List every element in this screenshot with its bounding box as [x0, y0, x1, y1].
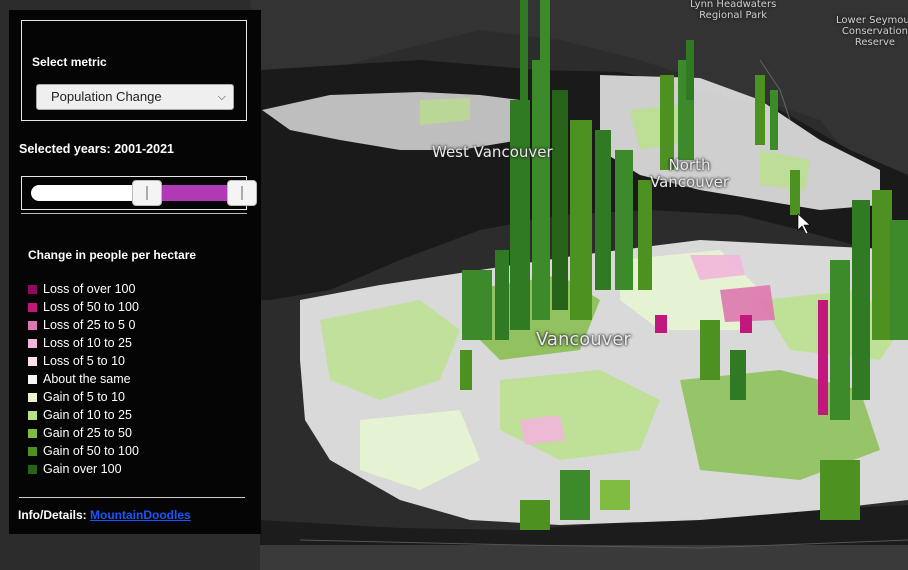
legend-label: Loss of 25 to 5 0	[43, 318, 136, 332]
legend-item: Loss of 5 to 10	[28, 352, 139, 370]
metric-select-value: Population Change	[51, 89, 162, 104]
label-west-vancouver: West Vancouver	[432, 143, 553, 161]
legend-label: Loss of 10 to 25	[43, 336, 132, 350]
legend-title: Change in people per hectare	[28, 248, 197, 262]
legend-item: Gain of 25 to 50	[28, 424, 139, 442]
legend-label: Gain over 100	[43, 462, 122, 476]
label-vancouver-text: Vancouver	[536, 329, 631, 350]
chevron-down-icon: ⌵	[217, 91, 226, 103]
selected-years-label: Selected years: 2001-2021	[19, 142, 174, 156]
year-range-slider-track[interactable]	[31, 180, 257, 206]
south-land	[260, 545, 908, 570]
legend-swatch	[28, 464, 37, 474]
legend-swatch	[28, 410, 37, 420]
legend-label: Gain of 5 to 10	[43, 390, 126, 404]
legend: Loss of over 100 Loss of 50 to 100 Loss of…	[28, 280, 139, 478]
legend-label: Loss of 50 to 100	[43, 300, 139, 314]
legend-label: Loss of 5 to 10	[43, 354, 126, 368]
legend-swatch	[28, 320, 37, 330]
legend-swatch	[28, 374, 37, 384]
label-lower-seymour: Lower Seymour Conservation Reserve	[836, 15, 908, 48]
legend-label: About the same	[43, 372, 131, 386]
legend-item: Gain over 100	[28, 460, 139, 478]
metric-select[interactable]: Population Change ⌵	[36, 84, 234, 110]
year-range-slider-box	[21, 176, 257, 210]
slider-end-handle[interactable]	[226, 180, 257, 206]
legend-swatch	[28, 428, 37, 438]
label-west-vancouver-text: West Vancouver	[432, 143, 553, 161]
legend-item: Gain of 50 to 100	[28, 442, 139, 460]
slider-start-handle[interactable]	[132, 180, 163, 206]
legend-swatch	[28, 338, 37, 348]
legend-swatch	[28, 302, 37, 312]
divider	[19, 497, 245, 498]
label-lynn-headwaters-text: Lynn Headwaters Regional Park	[690, 0, 777, 21]
label-lynn-headwaters: Lynn Headwaters Regional Park	[690, 0, 776, 21]
legend-swatch	[28, 392, 37, 402]
label-lower-seymour-text: Lower Seymour Conservation Reserve	[836, 15, 908, 48]
info-link[interactable]: MountainDoodles	[90, 508, 191, 522]
info-details: Info/Details: MountainDoodles	[18, 508, 191, 522]
control-panel: Select metric Population Change ⌵ Select…	[9, 10, 261, 534]
legend-label: Gain of 10 to 25	[43, 408, 132, 422]
legend-item: Loss of 25 to 5 0	[28, 316, 139, 334]
legend-swatch	[28, 284, 37, 294]
label-vancouver: Vancouver	[536, 329, 631, 350]
label-north-vancouver-text: North Vancouver	[650, 156, 729, 191]
legend-swatch	[28, 446, 37, 456]
divider	[21, 213, 247, 214]
legend-label: Gain of 25 to 50	[43, 426, 132, 440]
legend-label: Loss of over 100	[43, 282, 136, 296]
metric-box: Select metric Population Change ⌵	[21, 20, 247, 121]
info-label: Info/Details:	[18, 508, 87, 522]
legend-item: Gain of 5 to 10	[28, 388, 139, 406]
legend-label: Gain of 50 to 100	[43, 444, 139, 458]
legend-item: About the same	[28, 370, 139, 388]
legend-item: Loss of 50 to 100	[28, 298, 139, 316]
legend-item: Loss of over 100	[28, 280, 139, 298]
metric-title: Select metric	[32, 55, 107, 69]
legend-swatch	[28, 356, 37, 366]
legend-item: Gain of 10 to 25	[28, 406, 139, 424]
legend-item: Loss of 10 to 25	[28, 334, 139, 352]
label-north-vancouver: North Vancouver	[650, 157, 729, 191]
